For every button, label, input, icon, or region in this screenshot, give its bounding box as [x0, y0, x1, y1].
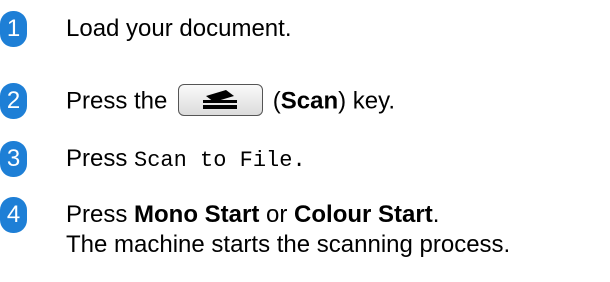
or-text: or [259, 201, 295, 228]
open-paren: ( [272, 87, 281, 115]
step-4-line-1: Press Mono Start or Colour Start. [66, 200, 510, 230]
press-the-text: Press the [66, 87, 168, 115]
scan-key-label: Scan [280, 87, 339, 115]
step-number-badge: 1 [0, 11, 27, 47]
mono-start-label: Mono Start [134, 201, 260, 228]
step-3: 3 Press Scan to File. [0, 141, 306, 177]
key-text: ) key. [338, 87, 396, 115]
step-text: Load your document. [66, 14, 291, 44]
colour-start-label: Colour Start [294, 201, 433, 228]
step-2: 2 Press the (Scan) key. [0, 83, 395, 119]
press-text: Press [66, 145, 135, 172]
scan-key-button [178, 84, 264, 116]
period: . [432, 201, 440, 228]
scan-key-icon [203, 90, 238, 109]
step-number-badge: 4 [0, 197, 27, 233]
step-number-badge: 3 [0, 141, 27, 177]
step-text: Press Scan to File. [66, 144, 306, 176]
step-number-badge: 2 [0, 83, 27, 119]
step-4: 4 Press Mono Start or Colour Start. The … [0, 197, 510, 260]
step-1-text: Load your document. [66, 15, 292, 42]
step-text: Press Mono Start or Colour Start. The ma… [66, 200, 510, 260]
step-text: Press the (Scan) key. [66, 84, 396, 118]
step-1: 1 Load your document. [0, 11, 291, 47]
scan-to-file-option: Scan to File [134, 148, 293, 173]
period: . [292, 148, 306, 173]
step-4-line-2: The machine starts the scanning process. [66, 231, 511, 258]
press-text: Press [66, 201, 135, 228]
